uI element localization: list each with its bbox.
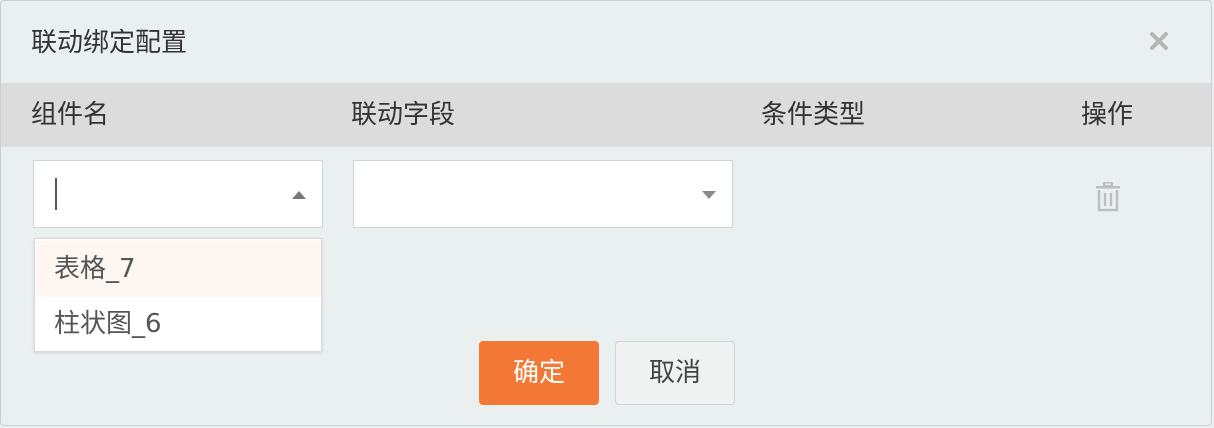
link-field-select[interactable]: [353, 160, 733, 228]
text-cursor: [55, 178, 57, 210]
column-header-condition-type: 条件类型: [761, 100, 866, 130]
confirm-button[interactable]: 确定: [479, 341, 599, 405]
trash-icon[interactable]: [1095, 181, 1121, 212]
link-binding-dialog: 联动绑定配置 组件名 联动字段 条件类型 操作 表格_7 柱状图_6 确定 取消: [0, 0, 1212, 426]
dropdown-option[interactable]: 柱状图_6: [35, 296, 321, 352]
dropdown-option[interactable]: 表格_7: [35, 241, 321, 297]
dialog-header: 联动绑定配置: [1, 1, 1211, 83]
chevron-up-icon[interactable]: [292, 191, 306, 199]
chevron-down-icon[interactable]: [702, 191, 716, 199]
component-name-select[interactable]: [33, 160, 323, 228]
column-header-component-name: 组件名: [31, 100, 110, 130]
component-dropdown-menu: 表格_7 柱状图_6: [34, 238, 322, 352]
table-header-row: 组件名 联动字段 条件类型 操作: [1, 83, 1211, 147]
column-header-actions: 操作: [1081, 100, 1134, 130]
close-icon[interactable]: [1147, 29, 1171, 53]
dialog-title: 联动绑定配置: [31, 28, 188, 58]
column-header-link-field: 联动字段: [351, 100, 456, 130]
cancel-button[interactable]: 取消: [615, 341, 735, 405]
